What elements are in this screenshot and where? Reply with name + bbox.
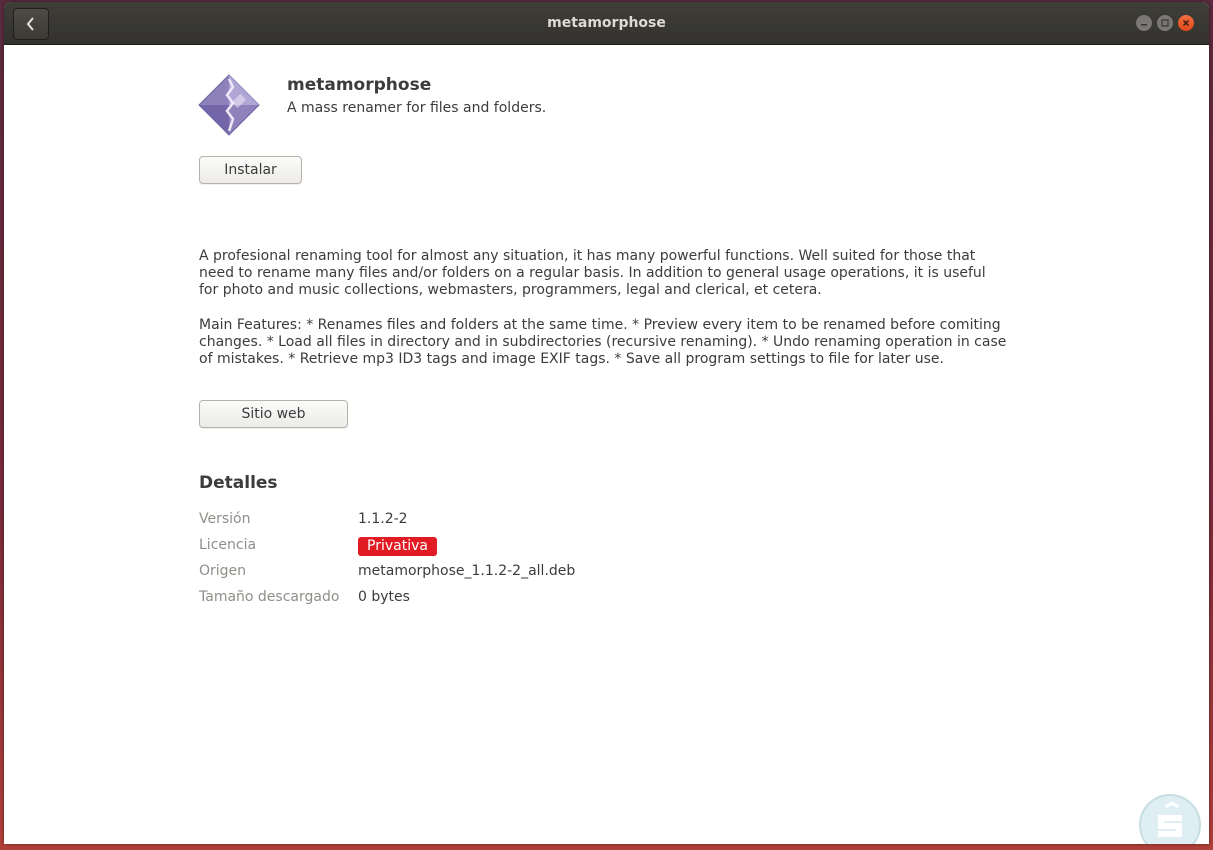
download-size-label: Tamaño descargado: [199, 589, 340, 605]
close-button[interactable]: [1178, 15, 1194, 31]
app-window: metamorphose metamorphose A mass renamer: [4, 2, 1209, 844]
source-value: metamorphose_1.1.2-2_all.deb: [358, 563, 576, 579]
minimize-icon: [1141, 24, 1147, 26]
maximize-icon: [1161, 19, 1169, 27]
app-summary: A mass renamer for files and folders.: [287, 100, 547, 116]
source-label: Origen: [199, 563, 247, 579]
app-name: metamorphose: [287, 75, 432, 95]
window-title: metamorphose: [547, 15, 666, 31]
details-heading: Detalles: [199, 473, 278, 493]
description-paragraph: A profesional renaming tool for almost a…: [199, 248, 986, 298]
version-label: Versión: [199, 511, 251, 527]
license-badge: Privativa: [358, 537, 437, 556]
install-button[interactable]: Instalar: [199, 156, 302, 184]
close-icon: [1182, 19, 1190, 27]
app-details-page: metamorphose A mass renamer for files an…: [4, 45, 1209, 844]
website-button[interactable]: Sitio web: [199, 400, 348, 428]
features-paragraph: Main Features: * Renames files and folde…: [199, 317, 1007, 367]
license-label: Licencia: [199, 537, 257, 553]
maximize-button[interactable]: [1157, 15, 1173, 31]
version-value: 1.1.2-2: [358, 511, 408, 527]
license-value-wrapper: Privativa: [358, 537, 437, 556]
metamorphose-app-icon: [198, 74, 260, 136]
minimize-button[interactable]: [1136, 15, 1152, 31]
watermark-logo-icon: [1139, 794, 1201, 844]
download-size-value: 0 bytes: [358, 589, 410, 605]
title-bar: metamorphose: [4, 2, 1209, 45]
